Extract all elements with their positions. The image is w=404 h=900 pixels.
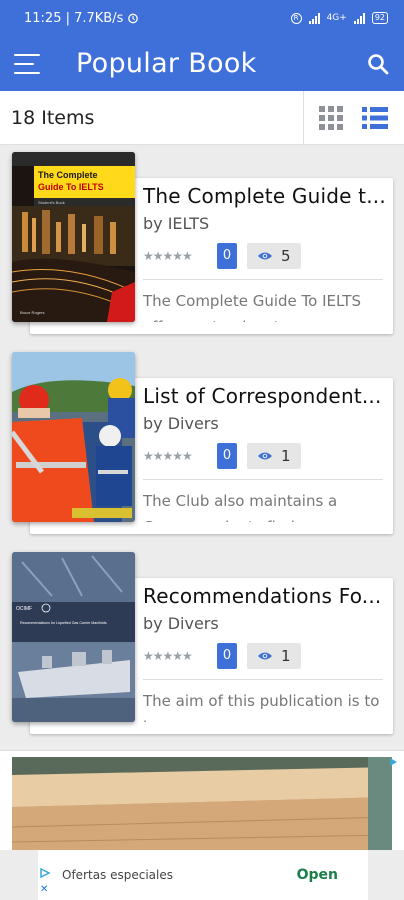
ad-text: Ofertas especiales bbox=[62, 868, 173, 882]
signal-icon bbox=[308, 12, 320, 24]
view-count: 5 bbox=[281, 247, 291, 265]
divider bbox=[143, 279, 383, 280]
ad-side-gap bbox=[0, 850, 38, 900]
book-meta: ★★★★★ 0 1 bbox=[143, 443, 388, 469]
eye-icon bbox=[258, 452, 272, 460]
cover-heading: Recommendations for Liquefied Gas Carrie… bbox=[20, 621, 107, 625]
view-count: 1 bbox=[281, 647, 291, 665]
list-item[interactable]: OCIMF Recommendations for Liquefied Gas … bbox=[0, 546, 404, 736]
book-meta: ★★★★★ 0 5 bbox=[143, 243, 388, 269]
book-meta: ★★★★★ 0 1 bbox=[143, 643, 388, 669]
divider bbox=[143, 679, 383, 680]
book-info: Recommendations Fo... by Divers ★★★★★ 0 … bbox=[143, 584, 388, 722]
network-type: 4G+ bbox=[326, 13, 347, 23]
eye-icon bbox=[258, 252, 272, 260]
book-description: The Club also maintains a Correspondents… bbox=[143, 492, 338, 522]
rating-stars-icon: ★★★★★ bbox=[143, 649, 193, 663]
rating-stars-icon: ★★★★★ bbox=[143, 249, 193, 263]
ad-play-icon bbox=[40, 868, 50, 878]
vpn-icon: R bbox=[290, 12, 302, 24]
book-author: by Divers bbox=[143, 414, 219, 433]
ad-banner[interactable] bbox=[0, 750, 404, 850]
book-description: The aim of this publication is to improv… bbox=[143, 692, 380, 722]
search-icon[interactable] bbox=[366, 52, 390, 76]
book-description: The Complete Guide To IELTS offers a ste… bbox=[143, 292, 361, 322]
list-view-icon[interactable] bbox=[362, 105, 388, 131]
book-title[interactable]: List of Correspondent... bbox=[143, 384, 388, 408]
ad-footer[interactable]: Ofertas especiales Open bbox=[38, 850, 368, 900]
items-count: 18 Items bbox=[11, 106, 95, 129]
view-count-badge: 1 bbox=[247, 443, 301, 469]
alarm-icon bbox=[128, 13, 139, 24]
book-author: by Divers bbox=[143, 614, 219, 633]
cover-heading-2: Guide To IELTS bbox=[38, 182, 104, 192]
cover-brand: OCIMF bbox=[16, 606, 32, 612]
eye-icon bbox=[258, 652, 272, 660]
book-info: The Complete Guide t... by IELTS ★★★★★ 0… bbox=[143, 184, 388, 322]
cover-heading-1: The Complete bbox=[38, 170, 98, 180]
ad-side-gap bbox=[368, 850, 404, 900]
status-time: 11:25 | 7.7KB/s bbox=[24, 10, 124, 26]
status-bar: 11:25 | 7.7KB/s R 4G+ 92 bbox=[0, 0, 404, 36]
like-count-badge: 0 bbox=[217, 443, 237, 469]
book-title[interactable]: Recommendations Fo... bbox=[143, 584, 388, 608]
view-toggle bbox=[303, 91, 404, 145]
menu-icon[interactable] bbox=[14, 53, 42, 74]
list-item[interactable]: The Complete Guide To IELTS Student's Bo… bbox=[0, 146, 404, 336]
cover-authors: Bruce Rogers bbox=[20, 310, 44, 315]
list-toolbar: 18 Items bbox=[0, 91, 404, 145]
like-count-badge: 0 bbox=[217, 243, 237, 269]
rating-stars-icon: ★★★★★ bbox=[143, 449, 193, 463]
book-cover[interactable]: The Complete Guide To IELTS Student's Bo… bbox=[12, 152, 135, 322]
book-cover[interactable]: OCIMF Recommendations for Liquefied Gas … bbox=[12, 552, 135, 722]
book-cover[interactable] bbox=[12, 352, 135, 522]
cover-subtitle: Student's Book bbox=[38, 200, 65, 205]
battery-icon: 92 bbox=[371, 12, 388, 24]
ad-close-icon[interactable]: ✕ bbox=[40, 884, 48, 895]
app-bar: Popular Book bbox=[0, 36, 404, 91]
book-title[interactable]: The Complete Guide t... bbox=[143, 184, 388, 208]
view-count: 1 bbox=[281, 447, 291, 465]
list-item[interactable]: List of Correspondent... by Divers ★★★★★… bbox=[0, 346, 404, 536]
signal-icon-2 bbox=[353, 12, 365, 24]
book-author: by IELTS bbox=[143, 214, 210, 233]
view-count-badge: 1 bbox=[247, 643, 301, 669]
ad-open-button[interactable]: Open bbox=[297, 867, 338, 883]
ad-choices-icon[interactable] bbox=[388, 757, 398, 767]
ad-image[interactable] bbox=[12, 757, 392, 850]
book-info: List of Correspondent... by Divers ★★★★★… bbox=[143, 384, 388, 522]
like-count-badge: 0 bbox=[217, 643, 237, 669]
divider bbox=[143, 479, 383, 480]
view-count-badge: 5 bbox=[247, 243, 301, 269]
grid-view-icon[interactable] bbox=[318, 105, 344, 131]
page-title: Popular Book bbox=[76, 48, 257, 79]
